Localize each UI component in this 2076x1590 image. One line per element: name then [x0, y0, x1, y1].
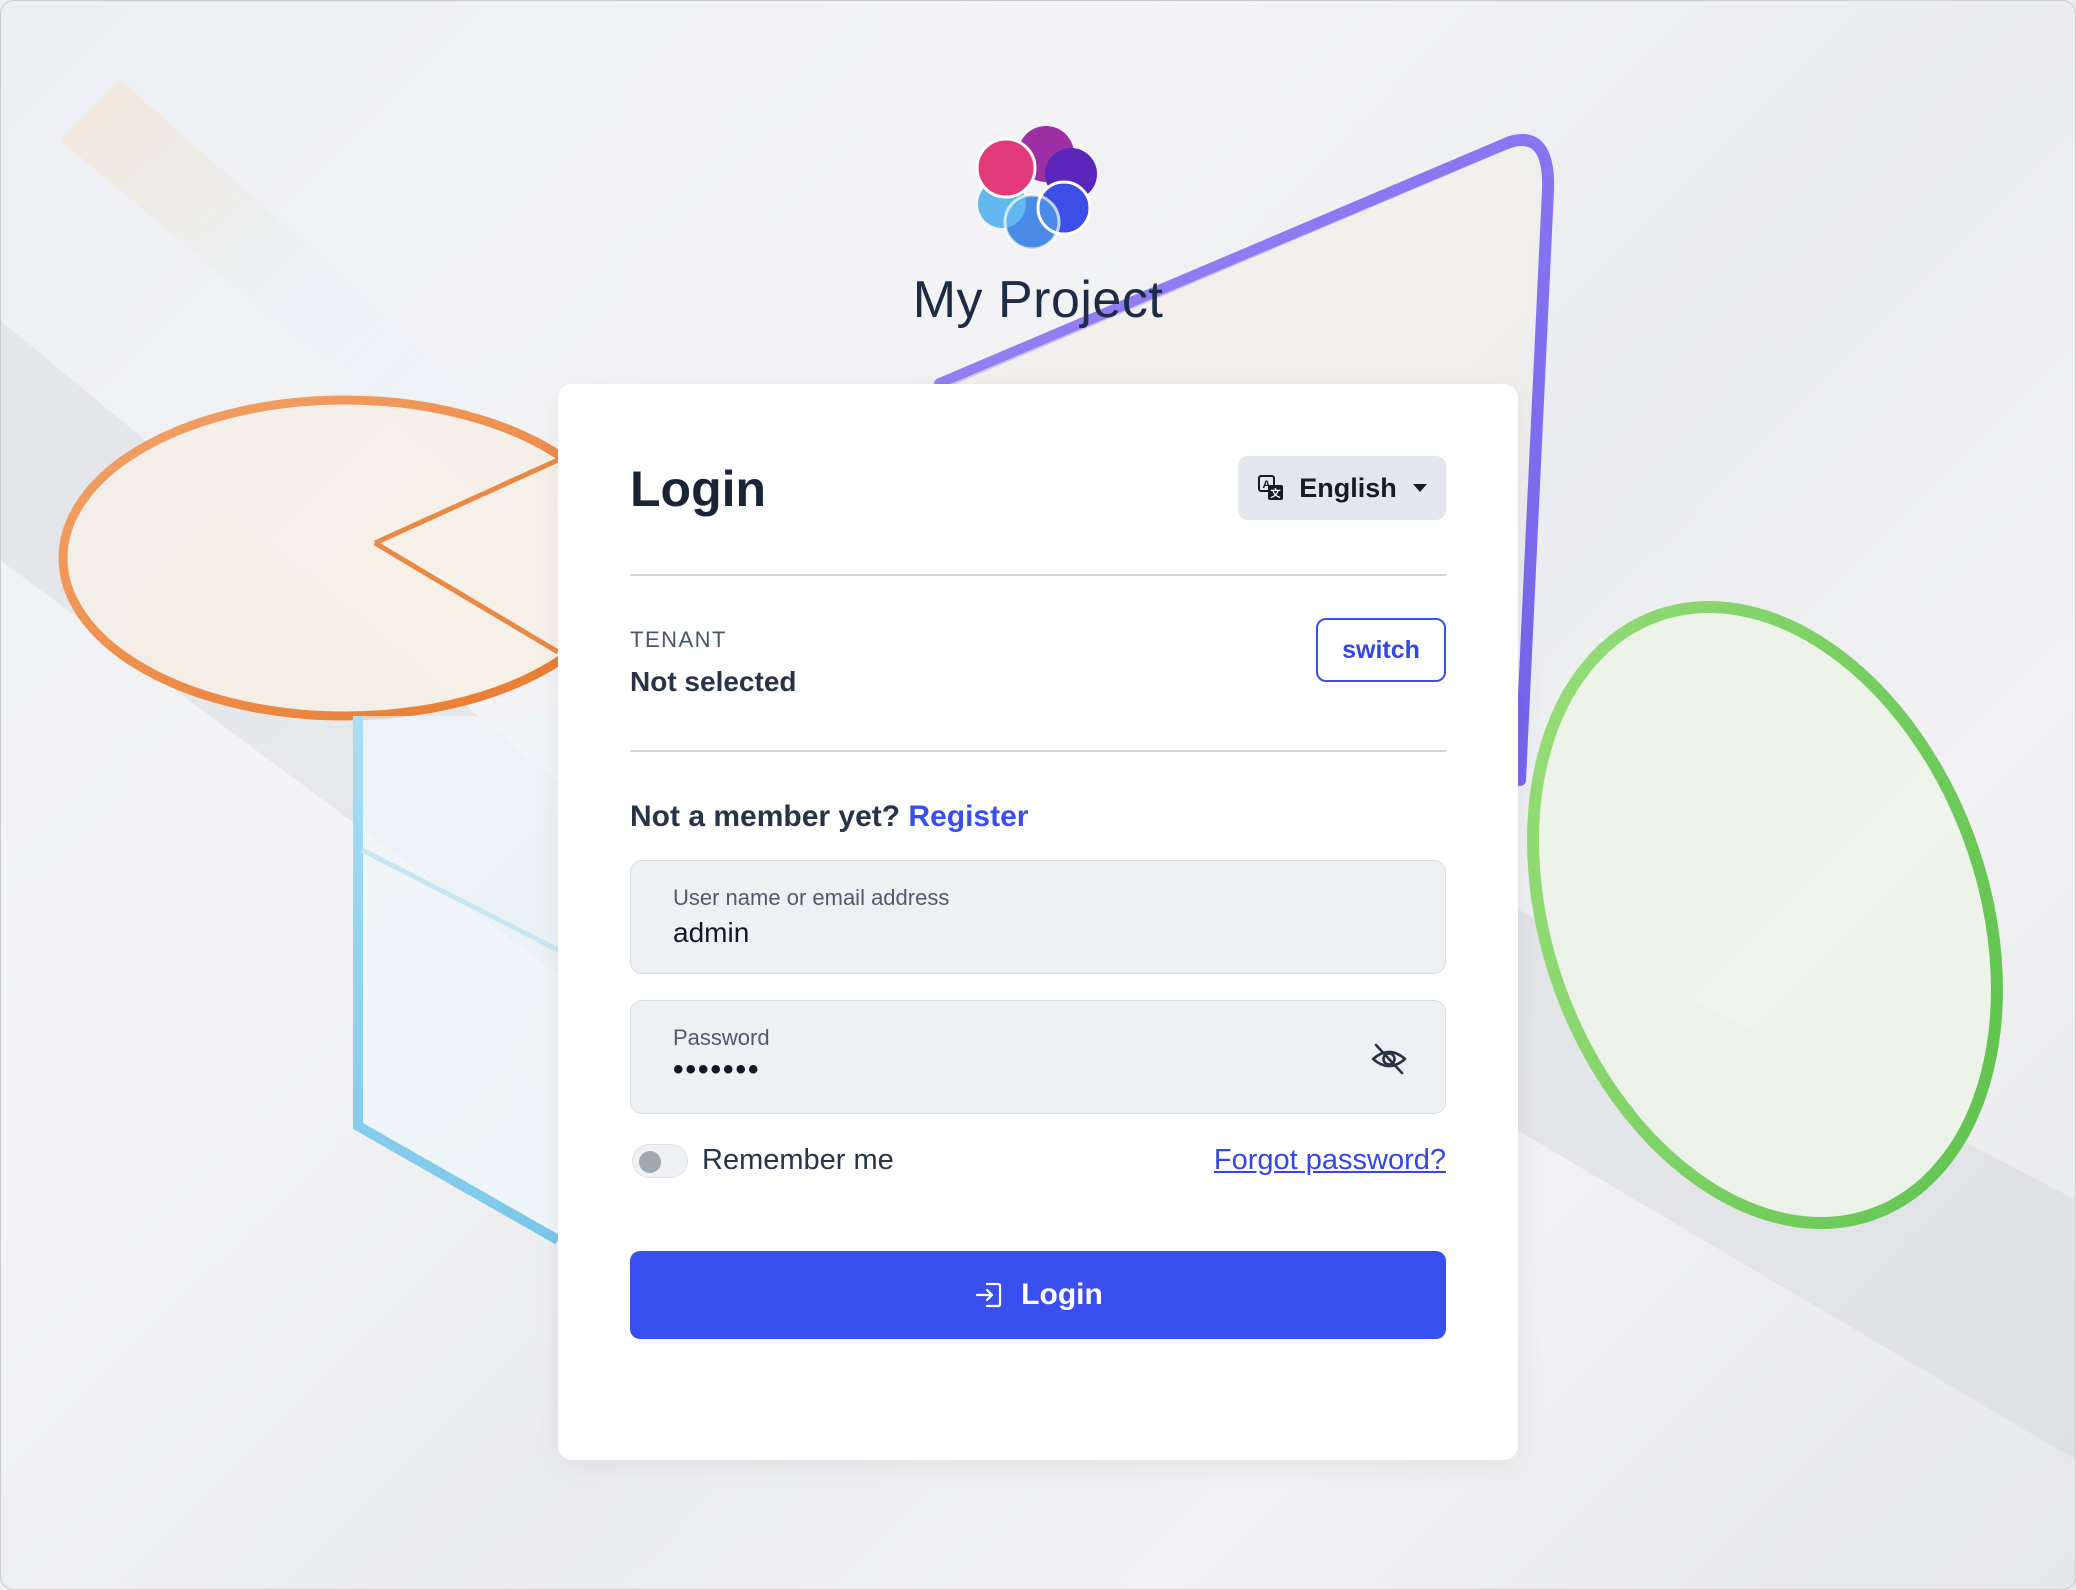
language-selector-label: English	[1299, 472, 1397, 503]
register-link[interactable]: Register	[908, 800, 1028, 833]
eye-slash-icon[interactable]	[1369, 1039, 1409, 1079]
username-label: User name or email address	[673, 885, 950, 910]
remember-row: Remember me Forgot password?	[630, 1140, 1446, 1184]
language-selector-button[interactable]: A 文 English	[1238, 456, 1446, 520]
remember-me-toggle[interactable]	[632, 1144, 688, 1178]
flower-logo-icon	[975, 126, 1097, 251]
password-field[interactable]: Password •••••••	[630, 1000, 1446, 1114]
register-prompt: Not a member yet? Register	[630, 800, 1028, 834]
svg-text:文: 文	[1271, 487, 1282, 500]
username-field[interactable]: User name or email address	[630, 860, 1446, 974]
login-submit-label: Login	[1021, 1278, 1103, 1311]
sign-in-icon	[976, 1282, 1002, 1308]
tenant-label: TENANT	[630, 627, 727, 652]
switch-tenant-button[interactable]: switch	[1316, 618, 1446, 682]
remember-me-label[interactable]: Remember me	[702, 1144, 894, 1177]
login-heading: Login	[630, 461, 767, 517]
translate-icon: A 文	[1258, 475, 1284, 500]
login-card: Login A 文 English TENANT Not selected sw…	[558, 384, 1518, 1460]
password-label: Password	[673, 1025, 770, 1050]
login-submit-button[interactable]: Login	[630, 1251, 1446, 1339]
tenant-value: Not selected	[630, 666, 797, 697]
header-divider	[630, 574, 1446, 576]
password-input[interactable]: •••••••	[673, 1053, 761, 1087]
forgot-password-link[interactable]: Forgot password?	[1214, 1144, 1446, 1177]
brand-header: My Project	[0, 118, 2076, 330]
toggle-knob	[639, 1151, 661, 1173]
caret-down-icon	[1412, 484, 1427, 492]
register-prompt-text: Not a member yet?	[630, 800, 901, 833]
username-input[interactable]	[673, 917, 1373, 949]
login-card-header: Login A 文 English	[630, 454, 1446, 524]
tenant-divider	[630, 750, 1446, 752]
app-title: My Project	[912, 271, 1164, 329]
